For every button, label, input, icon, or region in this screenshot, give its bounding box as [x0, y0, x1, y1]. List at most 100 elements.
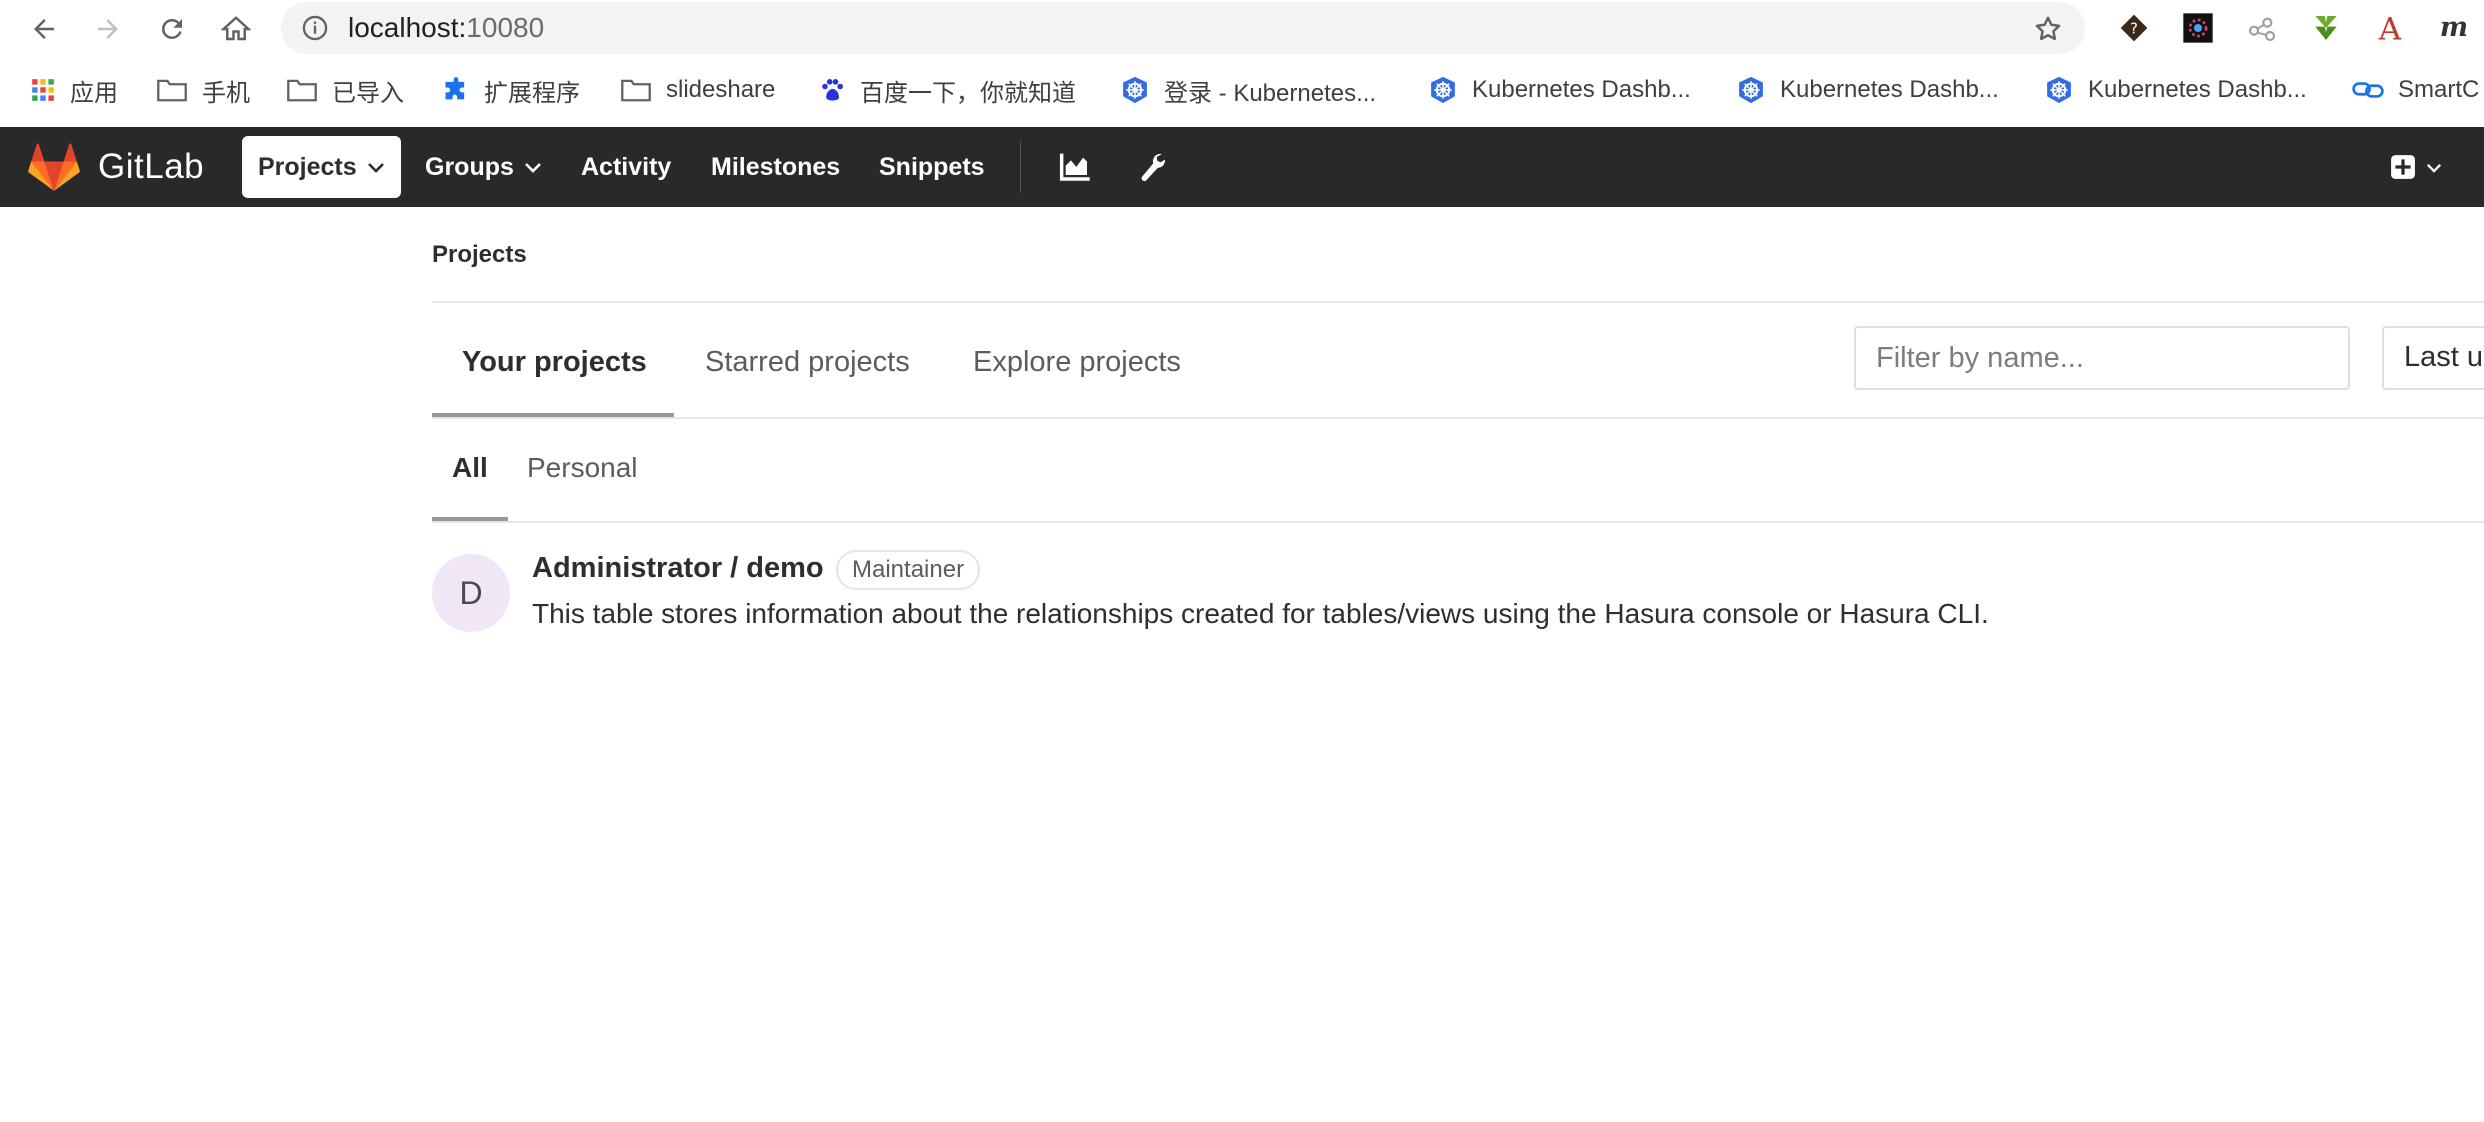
role-badge-label: Maintainer — [852, 556, 965, 583]
nav-snippets-label: Snippets — [879, 152, 985, 181]
project-list-item: D Administrator / demo Maintainer This t… — [432, 550, 2484, 638]
bookmark-folder-imported[interactable]: 已导入 — [286, 72, 404, 108]
bookmark-label: 手机 — [202, 79, 250, 107]
chart-icon[interactable] — [1057, 149, 1093, 185]
svg-text:?: ? — [2130, 20, 2138, 37]
home-icon — [221, 16, 251, 41]
avatar-letter: D — [459, 574, 483, 611]
bookmark-kubernetes-dashboard-1[interactable]: Kubernetes Dashb... — [1428, 72, 1691, 108]
smartc-link-icon — [2352, 82, 2384, 98]
nav-groups-label: Groups — [425, 152, 514, 181]
nav-projects-dropdown[interactable]: Projects — [242, 136, 401, 198]
unknown-glyph-icon[interactable]: ? — [2114, 8, 2154, 48]
breadcrumb[interactable]: Projects — [432, 241, 527, 269]
nav-milestones[interactable]: Milestones — [711, 136, 840, 198]
chevron-down-icon — [367, 163, 384, 173]
subtab-personal[interactable]: Personal — [527, 452, 638, 484]
url-text[interactable]: localhost:10080 — [348, 12, 544, 44]
gitlab-fox-icon — [28, 143, 80, 191]
breadcrumb-projects[interactable]: Projects — [432, 241, 527, 268]
bookmark-label: 扩展程序 — [484, 79, 580, 107]
bookmark-star-icon[interactable] — [2033, 14, 2063, 49]
back-arrow-icon — [34, 19, 54, 39]
browser-toolbar: localhost:10080 ? A m — [0, 0, 2484, 57]
wrench-icon[interactable] — [1134, 149, 1170, 185]
bookmark-apps[interactable]: 应用 — [30, 72, 118, 108]
svg-text:m: m — [2440, 12, 2468, 43]
folder-icon — [621, 79, 651, 102]
green-arrow-icon[interactable] — [2306, 8, 2346, 48]
red-a-icon[interactable]: A — [2370, 8, 2410, 48]
bookmark-folder-slideshare[interactable]: slideshare — [620, 72, 775, 108]
role-badge: Maintainer — [836, 550, 981, 590]
gitlab-home-link[interactable]: GitLab — [28, 143, 204, 191]
nav-snippets[interactable]: Snippets — [879, 136, 985, 198]
kubernetes-icon — [1431, 76, 1455, 104]
address-bar[interactable]: localhost:10080 — [281, 2, 2085, 54]
subtab-all[interactable]: All — [452, 452, 488, 484]
sort-dropdown-label: Last u — [2404, 341, 2483, 373]
nav-groups-dropdown[interactable]: Groups — [425, 136, 542, 198]
subtab-label: Personal — [527, 452, 638, 483]
project-avatar[interactable]: D — [432, 554, 510, 632]
apps-grid-icon — [32, 79, 54, 101]
sort-dropdown[interactable]: Last u — [2382, 326, 2484, 390]
back-button[interactable] — [22, 7, 66, 51]
nav-activity[interactable]: Activity — [581, 136, 671, 198]
subtabs-divider — [432, 521, 2484, 523]
bookmark-extensions[interactable]: 扩展程序 — [442, 72, 580, 108]
m-icon[interactable]: m — [2434, 8, 2474, 48]
kubernetes-icon — [1123, 76, 1147, 104]
bookmark-folder-phone[interactable]: 手机 — [156, 72, 250, 108]
tab-starred-projects[interactable]: Starred projects — [705, 346, 910, 379]
forward-arrow-icon — [98, 19, 118, 39]
tab-explore-projects[interactable]: Explore projects — [973, 346, 1181, 379]
nav-milestones-label: Milestones — [711, 152, 841, 181]
kubernetes-icon — [1739, 76, 1763, 104]
bookmark-label: 应用 — [70, 79, 118, 107]
tab-label: Starred projects — [705, 346, 910, 378]
reload-button[interactable] — [150, 7, 194, 51]
nav-projects-label: Projects — [258, 152, 357, 181]
tab-label: Your projects — [462, 346, 647, 378]
puzzle-icon — [445, 77, 465, 100]
bookmark-label: Kubernetes Dashb... — [1780, 76, 1999, 103]
info-icon[interactable] — [301, 14, 329, 47]
url-host: localhost: — [348, 12, 467, 43]
project-title-link[interactable]: Administrator / demo — [532, 552, 824, 585]
url-port: 10080 — [466, 12, 545, 43]
svg-text:A: A — [2378, 11, 2402, 45]
bookmark-label: Kubernetes Dashb... — [2088, 76, 2307, 103]
nodes-icon[interactable] — [2242, 8, 2282, 48]
bookmark-kubernetes-dashboard-3[interactable]: Kubernetes Dashb... — [2044, 72, 2307, 108]
gitlab-wordmark: GitLab — [98, 147, 205, 186]
tab-your-projects[interactable]: Your projects — [462, 346, 647, 379]
project-description-text: This table stores information about the … — [532, 598, 1989, 629]
folder-icon — [157, 79, 187, 102]
chevron-down-icon — [524, 163, 541, 173]
project-title[interactable]: Administrator / demo — [532, 552, 824, 584]
plus-square-icon — [2391, 155, 2415, 179]
bookmark-label: SmartC — [2398, 76, 2480, 103]
reload-icon — [161, 18, 182, 39]
bookmark-label: slideshare — [666, 76, 776, 103]
bookmark-kubernetes-dashboard-2[interactable]: Kubernetes Dashb... — [1736, 72, 1999, 108]
chevron-down-icon — [2426, 163, 2442, 173]
folder-icon — [287, 79, 317, 102]
gitlab-top-nav: GitLab Projects Groups Activity Mileston… — [0, 127, 2484, 207]
new-item-dropdown[interactable] — [2386, 149, 2446, 185]
baidu-paw-icon — [822, 79, 843, 101]
nav-activity-label: Activity — [581, 152, 672, 181]
forward-button[interactable] — [86, 7, 130, 51]
bookmark-label: 已导入 — [332, 79, 404, 107]
filter-by-name-input[interactable] — [1854, 326, 2350, 390]
bookmark-label: Kubernetes Dashb... — [1472, 76, 1691, 103]
colorful-burst-icon[interactable] — [2178, 8, 2218, 48]
tabs-divider — [432, 417, 2484, 419]
bookmark-smartc[interactable]: SmartC — [2352, 72, 2479, 108]
bookmark-baidu[interactable]: 百度一下，你就知道 — [818, 72, 1076, 108]
bookmark-label: 登录 - Kubernetes... — [1164, 79, 1377, 107]
bookmark-kubernetes-login[interactable]: 登录 - Kubernetes... — [1120, 72, 1376, 108]
kubernetes-icon — [2047, 76, 2071, 104]
home-button[interactable] — [214, 7, 258, 51]
